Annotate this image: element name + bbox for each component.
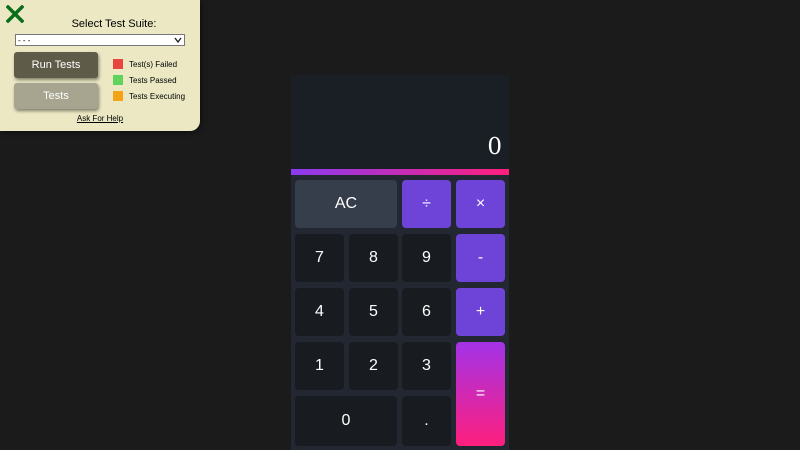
legend-passed: Tests Passed	[113, 72, 185, 88]
run-tests-button[interactable]: Run Tests	[14, 52, 98, 78]
calculator-display: 0	[291, 75, 509, 169]
calculator: 0 AC ÷ × 7 8 9 - 4 5 6 + 1 2 3 = 0 .	[291, 75, 509, 450]
divide-button[interactable]: ÷	[402, 180, 451, 228]
digit-2-button[interactable]: 2	[349, 342, 398, 390]
digit-7-button[interactable]: 7	[295, 234, 344, 282]
display-value: 0	[487, 134, 502, 160]
legend-label: Tests Passed	[129, 75, 177, 85]
digit-5-button[interactable]: 5	[349, 288, 398, 336]
digit-3-button[interactable]: 3	[402, 342, 451, 390]
clear-button[interactable]: AC	[295, 180, 397, 228]
display-accent-bar	[291, 169, 509, 175]
test-suite-select[interactable]: - - -	[15, 34, 185, 46]
legend-label: Test(s) Failed	[129, 59, 178, 69]
legend-failed: Test(s) Failed	[113, 56, 185, 72]
test-legend: Test(s) Failed Tests Passed Tests Execut…	[113, 56, 185, 104]
digit-1-button[interactable]: 1	[295, 342, 344, 390]
test-panel: Select Test Suite: - - - Run Tests Tests…	[0, 0, 200, 131]
passed-swatch	[113, 75, 123, 85]
executing-swatch	[113, 91, 123, 101]
digit-0-button[interactable]: 0	[295, 396, 397, 446]
legend-label: Tests Executing	[129, 91, 186, 101]
digit-9-button[interactable]: 9	[402, 234, 451, 282]
add-button[interactable]: +	[456, 288, 505, 336]
legend-executing: Tests Executing	[113, 88, 185, 104]
digit-4-button[interactable]: 4	[295, 288, 344, 336]
multiply-button[interactable]: ×	[456, 180, 505, 228]
digit-8-button[interactable]: 8	[349, 234, 398, 282]
failed-swatch	[113, 59, 123, 69]
decimal-button[interactable]: .	[402, 396, 451, 446]
tests-button[interactable]: Tests	[14, 83, 98, 109]
ask-for-help-link[interactable]: Ask For Help	[0, 114, 200, 123]
equals-button[interactable]: =	[456, 342, 505, 446]
suite-label: Select Test Suite:	[71, 18, 157, 30]
subtract-button[interactable]: -	[456, 234, 505, 282]
digit-6-button[interactable]: 6	[402, 288, 451, 336]
